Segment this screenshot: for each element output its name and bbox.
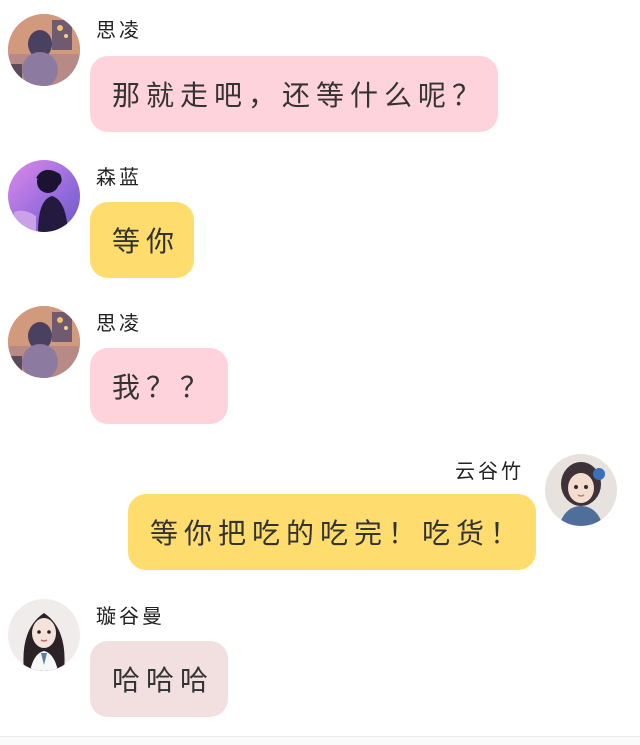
long-hair-girl-avatar[interactable]	[8, 599, 80, 671]
anime-girl-avatar[interactable]	[545, 454, 617, 526]
sender-name: 思凌	[96, 311, 142, 335]
input-bar-edge	[0, 736, 640, 745]
message-bubble[interactable]: 等你	[90, 202, 194, 278]
girl-room-avatar[interactable]	[8, 14, 80, 86]
message-bubble[interactable]: 我？？	[90, 348, 228, 424]
sender-name: 云谷竹	[455, 459, 524, 483]
girl-room-avatar[interactable]	[8, 306, 80, 378]
message-bubble[interactable]: 那就走吧，还等什么呢？	[90, 56, 498, 132]
purple-silhouette-avatar[interactable]	[8, 160, 80, 232]
chat-view: 思凌 那就走吧，还等什么呢？ 森蓝 等你 思凌 我？？ 云谷竹 等你把吃的吃完！…	[0, 0, 640, 745]
sender-name: 思凌	[96, 18, 142, 42]
message-bubble[interactable]: 哈哈哈	[90, 641, 228, 717]
sender-name: 森蓝	[96, 165, 142, 189]
message-bubble[interactable]: 等你把吃的吃完！吃货！	[128, 494, 536, 570]
sender-name: 璇谷曼	[96, 604, 165, 628]
